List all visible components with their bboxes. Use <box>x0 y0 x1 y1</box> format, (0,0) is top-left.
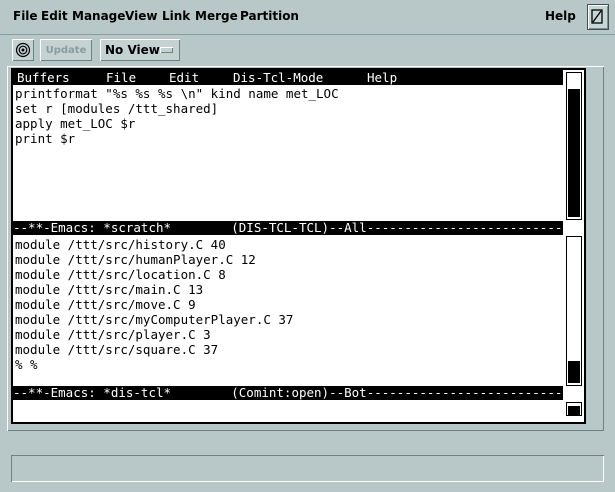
modeline-scratch: --**-Emacs: *scratch* (DIS-TCL-TCL)--All… <box>13 221 563 235</box>
code-line: printformat "%s %s %s \n" kind name met_… <box>15 86 339 101</box>
output-line: module /ttt/src/myComputerPlayer.C 37 <box>15 312 294 327</box>
scrollbar-thumb[interactable] <box>568 89 580 217</box>
menu-link[interactable]: Link <box>162 9 190 23</box>
prompt-line: % % <box>15 357 38 372</box>
code-line: set r [modules /ttt_shared] <box>15 101 219 116</box>
menu-manage[interactable]: Manage <box>72 9 125 23</box>
target-icon <box>15 42 31 58</box>
output-line: module /ttt/src/square.C 37 <box>15 342 219 357</box>
menu-help[interactable]: Help <box>545 9 576 23</box>
dis-tcl-buffer[interactable]: module /ttt/src/history.C 40 module /ttt… <box>15 237 560 372</box>
emacs-menu-dis-tcl-mode[interactable]: Dis-Tcl-Mode <box>233 70 323 85</box>
menu-partition[interactable]: Partition <box>240 9 299 23</box>
scratch-buffer[interactable]: printformat "%s %s %s \n" kind name met_… <box>15 86 560 146</box>
view-select[interactable]: No View <box>100 39 180 61</box>
emacs-editor[interactable]: Buffers File Edit Dis-Tcl-Mode Help prin… <box>11 68 586 424</box>
output-line: module /ttt/src/location.C 8 <box>15 267 226 282</box>
status-bar <box>11 455 604 482</box>
minibuffer[interactable] <box>13 400 586 420</box>
menu-view[interactable]: View <box>125 9 157 23</box>
code-line: print $r <box>15 131 76 146</box>
minibuffer-scrollbar[interactable] <box>566 402 582 416</box>
code-line: apply met_LOC $r <box>15 116 136 131</box>
target-button[interactable] <box>12 39 34 61</box>
toolbar: Update No View <box>0 36 615 64</box>
output-line: module /ttt/src/main.C 13 <box>15 282 204 297</box>
output-line: module /ttt/src/player.C 3 <box>15 327 211 342</box>
menu-merge[interactable]: Merge <box>195 9 238 23</box>
minimize-icon <box>591 9 603 24</box>
minimize-button[interactable] <box>587 4 609 30</box>
output-line: module /ttt/src/humanPlayer.C 12 <box>15 252 256 267</box>
emacs-menu-edit[interactable]: Edit <box>169 70 199 85</box>
emacs-menu-file[interactable]: File <box>106 70 136 85</box>
update-button[interactable]: Update <box>40 39 92 61</box>
emacs-menu-buffers[interactable]: Buffers <box>17 70 70 85</box>
emacs-menu-help[interactable]: Help <box>367 70 397 85</box>
app-menubar: File Edit Manage View Link Merge Partiti… <box>0 0 615 35</box>
menu-file[interactable]: File <box>13 9 38 23</box>
emacs-menubar: Buffers File Edit Dis-Tcl-Mode Help <box>13 70 563 85</box>
modeline-dis-tcl: --**-Emacs: *dis-tcl* (Comint:open)--Bot… <box>13 386 563 400</box>
output-line: module /ttt/src/history.C 40 <box>15 237 226 252</box>
scrollbar-thumb[interactable] <box>568 361 580 383</box>
view-select-value: No View <box>105 43 160 57</box>
scratch-scrollbar[interactable] <box>566 72 582 220</box>
menu-edit[interactable]: Edit <box>41 9 68 23</box>
scrollbar-thumb[interactable] <box>568 406 580 415</box>
output-line: module /ttt/src/move.C 9 <box>15 297 196 312</box>
dis-tcl-scrollbar[interactable] <box>566 236 582 386</box>
option-menu-indicator-icon <box>160 47 173 53</box>
